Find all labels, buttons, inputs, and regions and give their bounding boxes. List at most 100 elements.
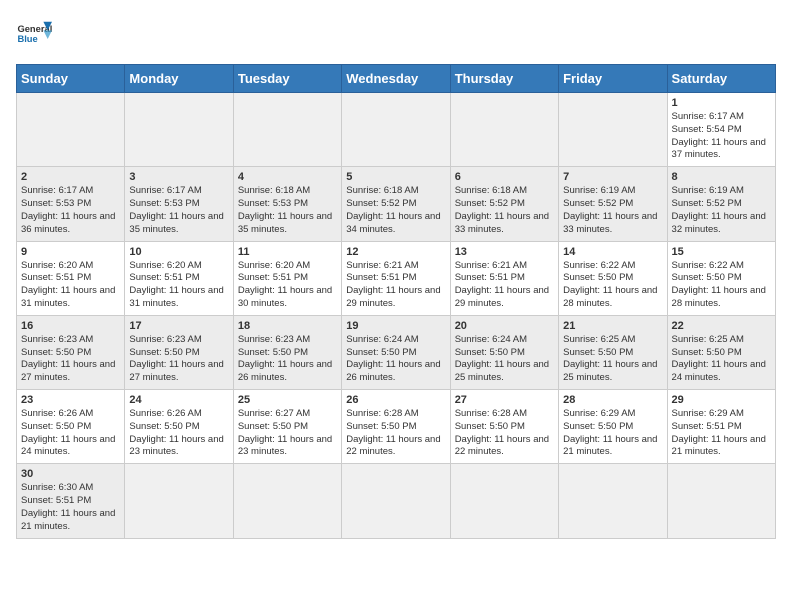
weekday-header: Wednesday (342, 65, 450, 93)
weekday-header: Tuesday (233, 65, 341, 93)
day-info: Sunrise: 6:18 AM Sunset: 5:53 PM Dayligh… (238, 185, 337, 236)
day-info: Sunrise: 6:29 AM Sunset: 5:51 PM Dayligh… (672, 408, 771, 459)
calendar-cell: 13 Sunrise: 6:21 AM Sunset: 5:51 PM Dayli… (450, 241, 558, 315)
calendar-cell (667, 464, 775, 538)
day-info: Sunrise: 6:17 AM Sunset: 5:53 PM Dayligh… (129, 185, 228, 236)
calendar-week-row: 23Sunrise: 6:26 AM Sunset: 5:50 PM Dayli… (17, 390, 776, 464)
calendar-cell: 22Sunrise: 6:25 AM Sunset: 5:50 PM Dayli… (667, 315, 775, 389)
calendar-cell: 2 Sunrise: 6:17 AM Sunset: 5:53 PM Daylig… (17, 167, 125, 241)
day-number: 17 (129, 320, 228, 332)
calendar-cell (450, 464, 558, 538)
day-info: Sunrise: 6:22 AM Sunset: 5:50 PM Dayligh… (672, 260, 771, 311)
weekday-header: Sunday (17, 65, 125, 93)
day-info: Sunrise: 6:24 AM Sunset: 5:50 PM Dayligh… (346, 334, 445, 385)
day-number: 2 (21, 171, 120, 183)
weekday-header: Thursday (450, 65, 558, 93)
weekday-header: Monday (125, 65, 233, 93)
calendar-cell (233, 93, 341, 167)
day-number: 21 (563, 320, 662, 332)
day-number: 25 (238, 394, 337, 406)
day-info: Sunrise: 6:20 AM Sunset: 5:51 PM Dayligh… (238, 260, 337, 311)
calendar-week-row: 1 Sunrise: 6:17 AM Sunset: 5:54 PM Daylig… (17, 93, 776, 167)
calendar-cell: 16 Sunrise: 6:23 AM Sunset: 5:50 PM Dayli… (17, 315, 125, 389)
calendar-cell (342, 93, 450, 167)
calendar-cell: 10Sunrise: 6:20 AM Sunset: 5:51 PM Dayli… (125, 241, 233, 315)
calendar-cell: 21 Sunrise: 6:25 AM Sunset: 5:50 PM Dayli… (559, 315, 667, 389)
calendar-cell: 15 Sunrise: 6:22 AM Sunset: 5:50 PM Dayli… (667, 241, 775, 315)
calendar-cell: 26 Sunrise: 6:28 AM Sunset: 5:50 PM Dayli… (342, 390, 450, 464)
calendar-cell: 24 Sunrise: 6:26 AM Sunset: 5:50 PM Dayli… (125, 390, 233, 464)
calendar-cell: 8Sunrise: 6:19 AM Sunset: 5:52 PM Daylig… (667, 167, 775, 241)
day-info: Sunrise: 6:27 AM Sunset: 5:50 PM Dayligh… (238, 408, 337, 459)
day-number: 15 (672, 246, 771, 258)
day-info: Sunrise: 6:23 AM Sunset: 5:50 PM Dayligh… (238, 334, 337, 385)
calendar-cell: 12 Sunrise: 6:21 AM Sunset: 5:51 PM Dayli… (342, 241, 450, 315)
calendar-week-row: 2 Sunrise: 6:17 AM Sunset: 5:53 PM Daylig… (17, 167, 776, 241)
calendar-cell: 23Sunrise: 6:26 AM Sunset: 5:50 PM Dayli… (17, 390, 125, 464)
calendar-cell: 28 Sunrise: 6:29 AM Sunset: 5:50 PM Dayli… (559, 390, 667, 464)
calendar-cell (559, 93, 667, 167)
day-number: 1 (672, 97, 771, 109)
page-header: General Blue (16, 16, 776, 52)
day-number: 26 (346, 394, 445, 406)
calendar-cell: 1 Sunrise: 6:17 AM Sunset: 5:54 PM Daylig… (667, 93, 775, 167)
day-info: Sunrise: 6:30 AM Sunset: 5:51 PM Dayligh… (21, 482, 120, 533)
calendar-week-row: 30 Sunrise: 6:30 AM Sunset: 5:51 PM Dayli… (17, 464, 776, 538)
day-number: 28 (563, 394, 662, 406)
day-number: 13 (455, 246, 554, 258)
calendar-cell (125, 93, 233, 167)
day-number: 29 (672, 394, 771, 406)
calendar-cell: 9Sunrise: 6:20 AM Sunset: 5:51 PM Daylig… (17, 241, 125, 315)
day-number: 14 (563, 246, 662, 258)
calendar-cell: 30 Sunrise: 6:30 AM Sunset: 5:51 PM Dayli… (17, 464, 125, 538)
calendar-cell (559, 464, 667, 538)
calendar-cell: 3Sunrise: 6:17 AM Sunset: 5:53 PM Daylig… (125, 167, 233, 241)
day-info: Sunrise: 6:17 AM Sunset: 5:53 PM Dayligh… (21, 185, 120, 236)
day-info: Sunrise: 6:26 AM Sunset: 5:50 PM Dayligh… (129, 408, 228, 459)
day-info: Sunrise: 6:28 AM Sunset: 5:50 PM Dayligh… (346, 408, 445, 459)
day-number: 30 (21, 468, 120, 480)
calendar-cell (233, 464, 341, 538)
calendar-cell (17, 93, 125, 167)
calendar-table: SundayMondayTuesdayWednesdayThursdayFrid… (16, 64, 776, 539)
day-info: Sunrise: 6:25 AM Sunset: 5:50 PM Dayligh… (563, 334, 662, 385)
day-number: 7 (563, 171, 662, 183)
calendar-cell: 29 Sunrise: 6:29 AM Sunset: 5:51 PM Dayli… (667, 390, 775, 464)
day-info: Sunrise: 6:21 AM Sunset: 5:51 PM Dayligh… (455, 260, 554, 311)
weekday-header-row: SundayMondayTuesdayWednesdayThursdayFrid… (17, 65, 776, 93)
calendar-cell: 6 Sunrise: 6:18 AM Sunset: 5:52 PM Daylig… (450, 167, 558, 241)
day-number: 6 (455, 171, 554, 183)
day-number: 4 (238, 171, 337, 183)
day-number: 18 (238, 320, 337, 332)
calendar-cell: 17 Sunrise: 6:23 AM Sunset: 5:50 PM Dayli… (125, 315, 233, 389)
day-info: Sunrise: 6:21 AM Sunset: 5:51 PM Dayligh… (346, 260, 445, 311)
day-number: 5 (346, 171, 445, 183)
calendar-week-row: 16 Sunrise: 6:23 AM Sunset: 5:50 PM Dayli… (17, 315, 776, 389)
day-info: Sunrise: 6:23 AM Sunset: 5:50 PM Dayligh… (129, 334, 228, 385)
day-number: 24 (129, 394, 228, 406)
calendar-cell (125, 464, 233, 538)
calendar-cell: 18 Sunrise: 6:23 AM Sunset: 5:50 PM Dayli… (233, 315, 341, 389)
day-info: Sunrise: 6:20 AM Sunset: 5:51 PM Dayligh… (21, 260, 120, 311)
calendar-cell (342, 464, 450, 538)
calendar-cell (450, 93, 558, 167)
day-number: 20 (455, 320, 554, 332)
day-number: 12 (346, 246, 445, 258)
day-info: Sunrise: 6:28 AM Sunset: 5:50 PM Dayligh… (455, 408, 554, 459)
calendar-cell: 25 Sunrise: 6:27 AM Sunset: 5:50 PM Dayli… (233, 390, 341, 464)
calendar-cell: 7Sunrise: 6:19 AM Sunset: 5:52 PM Daylig… (559, 167, 667, 241)
day-number: 16 (21, 320, 120, 332)
day-info: Sunrise: 6:18 AM Sunset: 5:52 PM Dayligh… (455, 185, 554, 236)
day-info: Sunrise: 6:18 AM Sunset: 5:52 PM Dayligh… (346, 185, 445, 236)
day-info: Sunrise: 6:19 AM Sunset: 5:52 PM Dayligh… (672, 185, 771, 236)
day-info: Sunrise: 6:17 AM Sunset: 5:54 PM Dayligh… (672, 111, 771, 162)
day-number: 19 (346, 320, 445, 332)
calendar-cell: 20Sunrise: 6:24 AM Sunset: 5:50 PM Dayli… (450, 315, 558, 389)
day-info: Sunrise: 6:23 AM Sunset: 5:50 PM Dayligh… (21, 334, 120, 385)
day-info: Sunrise: 6:29 AM Sunset: 5:50 PM Dayligh… (563, 408, 662, 459)
calendar-cell: 4 Sunrise: 6:18 AM Sunset: 5:53 PM Daylig… (233, 167, 341, 241)
day-info: Sunrise: 6:26 AM Sunset: 5:50 PM Dayligh… (21, 408, 120, 459)
day-number: 11 (238, 246, 337, 258)
calendar-cell: 11 Sunrise: 6:20 AM Sunset: 5:51 PM Dayli… (233, 241, 341, 315)
weekday-header: Friday (559, 65, 667, 93)
